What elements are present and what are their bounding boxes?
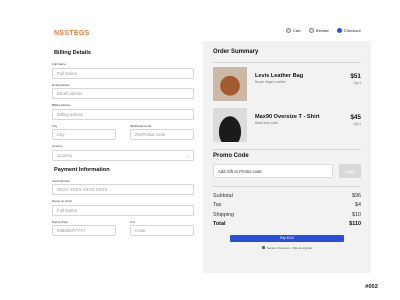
subtotal-value: $96 <box>352 192 361 199</box>
full-name-placeholder: Full Name <box>57 70 78 76</box>
product-desc: Brown Vegan Leather <box>255 79 286 84</box>
product-image-shirt <box>213 107 247 142</box>
full-name-label: Full Name <box>52 62 66 66</box>
card-name-label: Name on Card <box>52 199 72 203</box>
address-placeholder: Billing adress <box>57 111 84 117</box>
expiry-placeholder: MM/MM/YYYY <box>57 228 86 233</box>
email-input[interactable]: Email adress <box>52 88 194 99</box>
cvv-placeholder: Code <box>135 228 146 233</box>
promo-row: Add Gift or Promo code Apply <box>213 164 361 179</box>
expiry-cvv-row: Expiry Date MM/MM/YYYY Cvv Code <box>52 220 194 241</box>
order-item: Max90 Oversize T - Shirt Black linen clo… <box>213 107 361 146</box>
order-summary-title: Order Summary <box>213 49 259 55</box>
secure-checkout-note: Secure Checkout - SSL Encrypted <box>213 246 361 250</box>
card-number-placeholder: XXXX XXXX XXXX XXXX <box>57 187 108 192</box>
email-field: Email Adress Email adress <box>52 82 194 99</box>
zip-label: Zip/Postal Code <box>130 123 152 128</box>
step-checkout[interactable]: Checkout <box>336 28 361 33</box>
promo-title: Promo Code <box>213 153 249 160</box>
card-name-placeholder: Full Name <box>57 207 78 213</box>
product-price: $51 <box>350 72 361 80</box>
product-price: $45 <box>350 113 361 121</box>
total-value: $110 <box>349 221 361 228</box>
country-field: Country Country ⌄ <box>52 144 194 161</box>
city-label: City <box>52 123 58 128</box>
tax-value: $4 <box>355 202 361 209</box>
step-cart-label: Cart <box>293 28 301 33</box>
promo-placeholder: Add Gift or Promo code <box>218 168 262 174</box>
country-placeholder: Country <box>57 152 73 158</box>
product-qty: Qty:1 <box>353 80 361 85</box>
country-select[interactable]: Country ⌄ <box>52 149 194 161</box>
zip-field: Zip/Postal Code Zip/Postal code <box>130 123 194 140</box>
subtotal-row: Subtotal $96 <box>213 191 361 201</box>
card-number-label: Card Number <box>52 178 71 183</box>
email-placeholder: Email adress <box>57 91 83 96</box>
billing-title: Billing Details <box>54 50 91 56</box>
product-qty: Qty:1 <box>353 121 361 126</box>
card-number-field: Card Number XXXX XXXX XXXX XXXX <box>52 178 194 195</box>
address-input[interactable]: Billing adress <box>52 108 194 120</box>
email-label: Email Adress <box>52 82 70 87</box>
total-row: Total $110 <box>213 219 361 229</box>
card-number-input[interactable]: XXXX XXXX XXXX XXXX <box>52 184 194 195</box>
shipping-label: Shipping <box>213 211 234 218</box>
promo-input[interactable]: Add Gift or Promo code <box>213 164 333 179</box>
address-field: Billing Adress Billing adress <box>52 103 194 120</box>
order-item: Levis Leather Bag Brown Vegan Leather $5… <box>213 66 361 105</box>
card-name-field: Name on Card Full Name <box>52 199 194 216</box>
pay-button[interactable]: Pay $110 <box>230 234 344 242</box>
payment-title: Payment Information <box>54 166 110 173</box>
shipping-value: $10 <box>352 211 361 218</box>
step-cart-icon <box>286 28 291 33</box>
city-input[interactable]: City <box>52 129 116 140</box>
shot-number: #002 <box>365 284 378 290</box>
expiry-field: Expiry Date MM/MM/YYYY <box>52 219 116 236</box>
divider <box>213 62 361 63</box>
divider <box>213 148 361 150</box>
expiry-label: Expiry Date <box>52 219 68 224</box>
city-placeholder: City <box>57 132 65 137</box>
product-name: Max90 Oversize T - Shirt <box>255 113 320 120</box>
zip-input[interactable]: Zip/Postal code <box>130 129 194 140</box>
cvv-input[interactable]: Code <box>130 225 194 236</box>
divider <box>213 186 361 187</box>
chevron-down-icon: ⌄ <box>185 152 189 158</box>
tax-row: Tax $4 <box>213 200 361 210</box>
cvv-label: Cvv <box>130 219 136 224</box>
apply-button[interactable]: Apply <box>339 164 361 179</box>
tax-label: Tax <box>213 202 222 209</box>
product-desc: Black linen cloth <box>255 120 279 125</box>
step-cart[interactable]: Cart <box>286 28 301 33</box>
step-review-label: Review <box>315 28 329 33</box>
lock-icon <box>261 246 265 250</box>
expiry-input[interactable]: MM/MM/YYYY <box>52 225 116 236</box>
total-label: Total <box>213 221 226 228</box>
full-name-field: Full Name Full Name <box>52 62 194 79</box>
step-checkout-icon <box>336 28 342 33</box>
address-label: Billing Adress <box>52 103 71 107</box>
checkout-form: Billing Details Full Name Full Name Emai… <box>52 50 194 240</box>
product-name: Levis Leather Bag <box>255 72 304 79</box>
order-summary-panel: Order Summary Levis Leather Bag Brown Ve… <box>203 41 371 273</box>
cvv-field: Cvv Code <box>130 219 194 236</box>
subtotal-label: Subtotal <box>213 192 233 199</box>
checkout-steps: Cart Review Checkout <box>286 28 361 33</box>
product-image-bag <box>213 66 247 101</box>
shipping-row: Shipping $10 <box>213 210 361 220</box>
brand-logo[interactable]: NSSTEGS <box>54 30 90 37</box>
secure-text: Secure Checkout - SSL Encrypted <box>266 245 313 250</box>
full-name-input[interactable]: Full Name <box>52 67 194 79</box>
city-zip-row: City City Zip/Postal Code Zip/Postal cod… <box>52 124 194 145</box>
country-label: Country <box>52 144 63 148</box>
zip-placeholder: Zip/Postal code <box>135 132 166 137</box>
step-checkout-label: Checkout <box>343 28 361 33</box>
step-review-icon <box>308 28 314 33</box>
card-name-input[interactable]: Full Name <box>52 204 194 216</box>
city-field: City City <box>52 123 116 140</box>
step-review[interactable]: Review <box>308 28 329 33</box>
